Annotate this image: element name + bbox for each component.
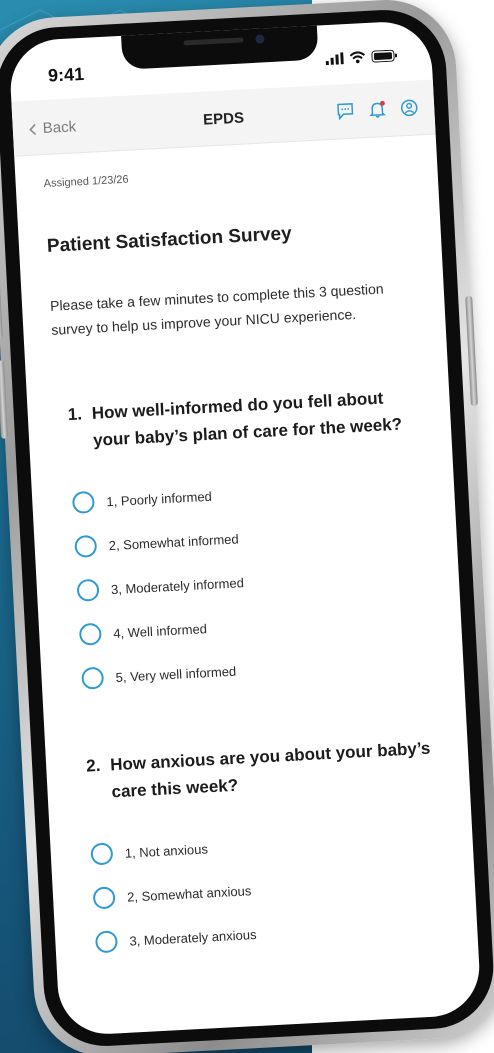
status-icons	[325, 49, 398, 66]
radio-button[interactable]	[71, 490, 96, 514]
assigned-date: Assigned 1/23/26	[43, 173, 129, 191]
option-label: 2, Somewhat informed	[108, 530, 240, 553]
option-label: 2, Somewhat anxious	[126, 882, 252, 905]
radio-button[interactable]	[92, 886, 116, 910]
radio-button[interactable]	[78, 622, 102, 646]
phone-device: 9:41 Back EPDS Assigned 1/23/26 Patient …	[0, 0, 494, 1053]
radio-button[interactable]	[74, 534, 98, 558]
radio-button[interactable]	[90, 842, 114, 866]
survey-title: Patient Satisfaction Survey	[46, 223, 293, 257]
option-label: 4, Well informed	[112, 620, 208, 641]
signal-icon	[325, 52, 344, 66]
option-label: 3, Moderately anxious	[129, 926, 257, 949]
option-label: 5, Very well informed	[115, 663, 237, 685]
wifi-icon	[349, 51, 366, 64]
question-number: 2.	[85, 755, 101, 776]
app-screen: 9:41 Back EPDS Assigned 1/23/26 Patient …	[8, 19, 482, 1037]
front-camera	[255, 34, 265, 44]
question-number: 1.	[67, 404, 83, 425]
option-label: 1, Not anxious	[124, 840, 209, 861]
battery-icon	[371, 49, 398, 63]
question-2-options: 1, Not anxious 2, Somewhat anxious 3, Mo…	[78, 814, 450, 965]
radio-button[interactable]	[81, 666, 105, 690]
survey-content: Assigned 1/23/26 Patient Satisfaction Su…	[14, 133, 482, 1036]
survey-intro: Please take a few minutes to complete th…	[49, 280, 384, 338]
chat-icon[interactable]	[336, 102, 355, 121]
radio-button[interactable]	[76, 578, 100, 602]
option-label: 1, Poorly informed	[106, 488, 213, 509]
bell-icon[interactable]	[368, 100, 387, 119]
question-2: 2. How anxious are you about your baby’s …	[74, 734, 442, 807]
option-label: 3, Moderately informed	[110, 574, 245, 597]
radio-button[interactable]	[94, 930, 119, 954]
question-1-options: 1, Poorly informed 2, Somewhat informed …	[59, 462, 436, 701]
speaker	[183, 37, 244, 46]
question-1: 1. How well-informed do you fell about yo…	[55, 383, 423, 456]
profile-icon[interactable]	[400, 98, 419, 117]
status-time: 9:41	[47, 63, 85, 86]
